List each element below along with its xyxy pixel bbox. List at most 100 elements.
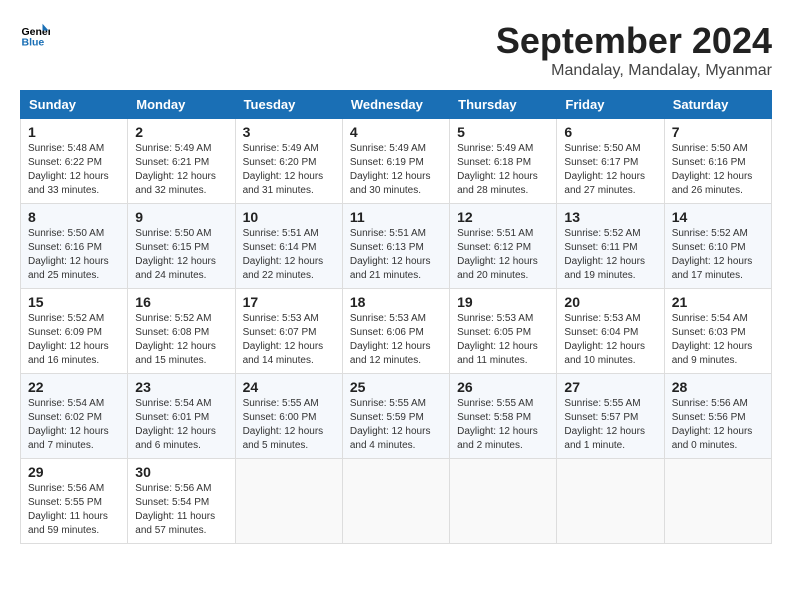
day-number: 13 <box>564 209 656 225</box>
day-info: Sunrise: 5:48 AM Sunset: 6:22 PM Dayligh… <box>28 142 120 198</box>
calendar-cell: 20Sunrise: 5:53 AM Sunset: 6:04 PM Dayli… <box>557 289 664 374</box>
day-info: Sunrise: 5:53 AM Sunset: 6:05 PM Dayligh… <box>457 312 549 368</box>
day-number: 23 <box>135 379 227 395</box>
week-row-3: 15 Sunrise: 5:52 AM Sunset: 6:09 PM Dayli… <box>21 289 772 374</box>
calendar-cell: 5 Sunrise: 5:49 AM Sunset: 6:18 PM Daylig… <box>450 119 557 204</box>
calendar-cell: 30 Sunrise: 5:56 AM Sunset: 5:54 PM Dayli… <box>128 459 235 544</box>
day-number: 9 <box>135 209 227 225</box>
day-info: Sunrise: 5:51 AM Sunset: 6:13 PM Dayligh… <box>350 227 442 283</box>
day-number: 28 <box>672 379 764 395</box>
day-info: Sunrise: 5:50 AM Sunset: 6:16 PM Dayligh… <box>672 142 764 198</box>
day-number: 18 <box>350 294 442 310</box>
calendar-cell <box>450 459 557 544</box>
calendar-cell: 10Sunrise: 5:51 AM Sunset: 6:14 PM Dayli… <box>235 204 342 289</box>
calendar-cell: 6 Sunrise: 5:50 AM Sunset: 6:17 PM Daylig… <box>557 119 664 204</box>
day-info: Sunrise: 5:52 AM Sunset: 6:09 PM Dayligh… <box>28 312 120 368</box>
day-info: Sunrise: 5:55 AM Sunset: 5:57 PM Dayligh… <box>564 397 656 453</box>
day-number: 6 <box>564 124 656 140</box>
day-info: Sunrise: 5:52 AM Sunset: 6:08 PM Dayligh… <box>135 312 227 368</box>
calendar-cell: 7 Sunrise: 5:50 AM Sunset: 6:16 PM Daylig… <box>664 119 771 204</box>
day-info: Sunrise: 5:54 AM Sunset: 6:01 PM Dayligh… <box>135 397 227 453</box>
calendar-cell <box>235 459 342 544</box>
calendar-cell: 23 Sunrise: 5:54 AM Sunset: 6:01 PM Dayli… <box>128 374 235 459</box>
calendar-cell: 28Sunrise: 5:56 AM Sunset: 5:56 PM Dayli… <box>664 374 771 459</box>
calendar-cell: 17 Sunrise: 5:53 AM Sunset: 6:07 PM Dayli… <box>235 289 342 374</box>
svg-text:Blue: Blue <box>22 37 45 49</box>
column-header-tuesday: Tuesday <box>235 91 342 119</box>
day-info: Sunrise: 5:50 AM Sunset: 6:16 PM Dayligh… <box>28 227 120 283</box>
day-info: Sunrise: 5:51 AM Sunset: 6:14 PM Dayligh… <box>243 227 335 283</box>
day-info: Sunrise: 5:56 AM Sunset: 5:55 PM Dayligh… <box>28 482 120 538</box>
logo-icon: General Blue <box>20 20 50 50</box>
day-number: 30 <box>135 464 227 480</box>
day-info: Sunrise: 5:52 AM Sunset: 6:11 PM Dayligh… <box>564 227 656 283</box>
calendar-cell: 9 Sunrise: 5:50 AM Sunset: 6:15 PM Daylig… <box>128 204 235 289</box>
calendar-cell: 4Sunrise: 5:49 AM Sunset: 6:19 PM Daylig… <box>342 119 449 204</box>
calendar-cell: 13 Sunrise: 5:52 AM Sunset: 6:11 PM Dayli… <box>557 204 664 289</box>
calendar-cell: 15 Sunrise: 5:52 AM Sunset: 6:09 PM Dayli… <box>21 289 128 374</box>
column-header-friday: Friday <box>557 91 664 119</box>
day-number: 5 <box>457 124 549 140</box>
calendar-cell: 24Sunrise: 5:55 AM Sunset: 6:00 PM Dayli… <box>235 374 342 459</box>
day-number: 14 <box>672 209 764 225</box>
day-number: 26 <box>457 379 549 395</box>
calendar-cell: 27 Sunrise: 5:55 AM Sunset: 5:57 PM Dayli… <box>557 374 664 459</box>
calendar-cell: 16Sunrise: 5:52 AM Sunset: 6:08 PM Dayli… <box>128 289 235 374</box>
day-info: Sunrise: 5:52 AM Sunset: 6:10 PM Dayligh… <box>672 227 764 283</box>
day-number: 27 <box>564 379 656 395</box>
calendar-cell: 29Sunrise: 5:56 AM Sunset: 5:55 PM Dayli… <box>21 459 128 544</box>
calendar-cell: 11 Sunrise: 5:51 AM Sunset: 6:13 PM Dayli… <box>342 204 449 289</box>
day-number: 7 <box>672 124 764 140</box>
day-number: 17 <box>243 294 335 310</box>
column-header-sunday: Sunday <box>21 91 128 119</box>
title-area: September 2024 Mandalay, Mandalay, Myanm… <box>496 20 772 80</box>
calendar-body: 1 Sunrise: 5:48 AM Sunset: 6:22 PM Daylig… <box>21 119 772 544</box>
month-title: September 2024 <box>496 20 772 62</box>
day-info: Sunrise: 5:56 AM Sunset: 5:54 PM Dayligh… <box>135 482 227 538</box>
column-header-wednesday: Wednesday <box>342 91 449 119</box>
day-info: Sunrise: 5:53 AM Sunset: 6:04 PM Dayligh… <box>564 312 656 368</box>
column-header-monday: Monday <box>128 91 235 119</box>
day-info: Sunrise: 5:50 AM Sunset: 6:15 PM Dayligh… <box>135 227 227 283</box>
calendar-cell: 3 Sunrise: 5:49 AM Sunset: 6:20 PM Daylig… <box>235 119 342 204</box>
calendar-cell: 18Sunrise: 5:53 AM Sunset: 6:06 PM Dayli… <box>342 289 449 374</box>
day-number: 4 <box>350 124 442 140</box>
week-row-4: 22 Sunrise: 5:54 AM Sunset: 6:02 PM Dayli… <box>21 374 772 459</box>
column-headers: SundayMondayTuesdayWednesdayThursdayFrid… <box>21 91 772 119</box>
week-row-5: 29Sunrise: 5:56 AM Sunset: 5:55 PM Dayli… <box>21 459 772 544</box>
calendar-cell: 26Sunrise: 5:55 AM Sunset: 5:58 PM Dayli… <box>450 374 557 459</box>
logo: General Blue <box>20 20 50 50</box>
day-number: 2 <box>135 124 227 140</box>
day-number: 1 <box>28 124 120 140</box>
day-number: 15 <box>28 294 120 310</box>
calendar-cell: 1 Sunrise: 5:48 AM Sunset: 6:22 PM Daylig… <box>21 119 128 204</box>
day-info: Sunrise: 5:55 AM Sunset: 5:59 PM Dayligh… <box>350 397 442 453</box>
column-header-saturday: Saturday <box>664 91 771 119</box>
day-info: Sunrise: 5:54 AM Sunset: 6:03 PM Dayligh… <box>672 312 764 368</box>
day-number: 11 <box>350 209 442 225</box>
day-number: 3 <box>243 124 335 140</box>
day-number: 8 <box>28 209 120 225</box>
day-info: Sunrise: 5:50 AM Sunset: 6:17 PM Dayligh… <box>564 142 656 198</box>
calendar-cell: 2Sunrise: 5:49 AM Sunset: 6:21 PM Daylig… <box>128 119 235 204</box>
calendar-table: SundayMondayTuesdayWednesdayThursdayFrid… <box>20 90 772 544</box>
calendar-cell: 22 Sunrise: 5:54 AM Sunset: 6:02 PM Dayli… <box>21 374 128 459</box>
day-number: 22 <box>28 379 120 395</box>
calendar-cell: 8 Sunrise: 5:50 AM Sunset: 6:16 PM Daylig… <box>21 204 128 289</box>
calendar-cell: 21Sunrise: 5:54 AM Sunset: 6:03 PM Dayli… <box>664 289 771 374</box>
week-row-2: 8 Sunrise: 5:50 AM Sunset: 6:16 PM Daylig… <box>21 204 772 289</box>
day-number: 25 <box>350 379 442 395</box>
calendar-cell <box>342 459 449 544</box>
calendar-cell <box>664 459 771 544</box>
calendar-cell <box>557 459 664 544</box>
day-info: Sunrise: 5:55 AM Sunset: 6:00 PM Dayligh… <box>243 397 335 453</box>
day-info: Sunrise: 5:53 AM Sunset: 6:07 PM Dayligh… <box>243 312 335 368</box>
day-info: Sunrise: 5:49 AM Sunset: 6:18 PM Dayligh… <box>457 142 549 198</box>
day-info: Sunrise: 5:54 AM Sunset: 6:02 PM Dayligh… <box>28 397 120 453</box>
calendar-cell: 14 Sunrise: 5:52 AM Sunset: 6:10 PM Dayli… <box>664 204 771 289</box>
column-header-thursday: Thursday <box>450 91 557 119</box>
day-number: 19 <box>457 294 549 310</box>
day-info: Sunrise: 5:49 AM Sunset: 6:20 PM Dayligh… <box>243 142 335 198</box>
page-header: General Blue September 2024 Mandalay, Ma… <box>20 20 772 80</box>
calendar-cell: 12Sunrise: 5:51 AM Sunset: 6:12 PM Dayli… <box>450 204 557 289</box>
